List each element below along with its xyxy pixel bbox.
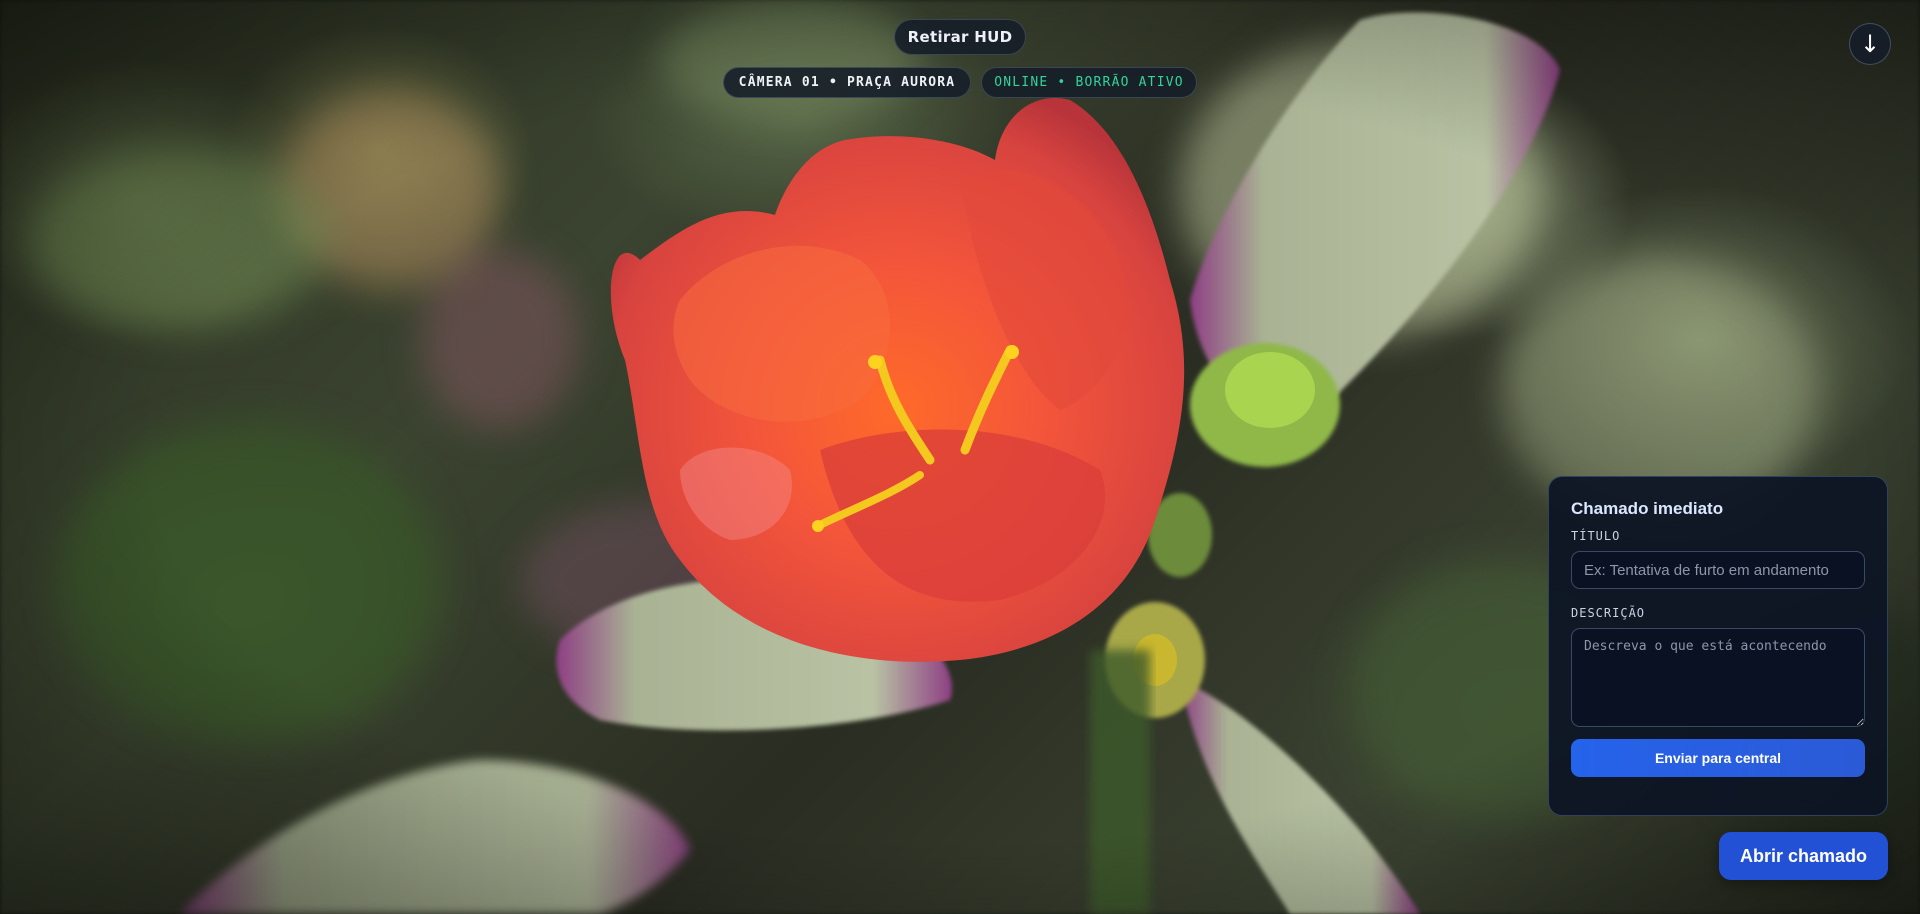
arrow-down-icon: ↓ [1859,30,1881,58]
camera-name-badge: CÂMERA 01 • PRAÇA AURORA [723,67,971,98]
incident-description-textarea[interactable] [1571,628,1865,727]
incident-report-panel: Chamado imediato TÍTULO DESCRIÇÃO Enviar… [1548,476,1888,816]
open-ticket-button[interactable]: Abrir chamado [1719,832,1888,880]
toggle-hud-button[interactable]: Retirar HUD [894,19,1026,55]
camera-status-badge: ONLINE • BORRÃO ATIVO [981,67,1197,98]
description-field-label: DESCRIÇÃO [1571,606,1646,620]
send-to-central-button[interactable]: Enviar para central [1571,739,1865,777]
panel-title: Chamado imediato [1571,499,1724,518]
camera-viewport: Retirar HUD CÂMERA 01 • PRAÇA AURORA ONL… [0,0,1920,914]
title-field-label: TÍTULO [1571,529,1621,543]
incident-title-input[interactable] [1571,551,1865,589]
download-button[interactable]: ↓ [1849,23,1891,65]
